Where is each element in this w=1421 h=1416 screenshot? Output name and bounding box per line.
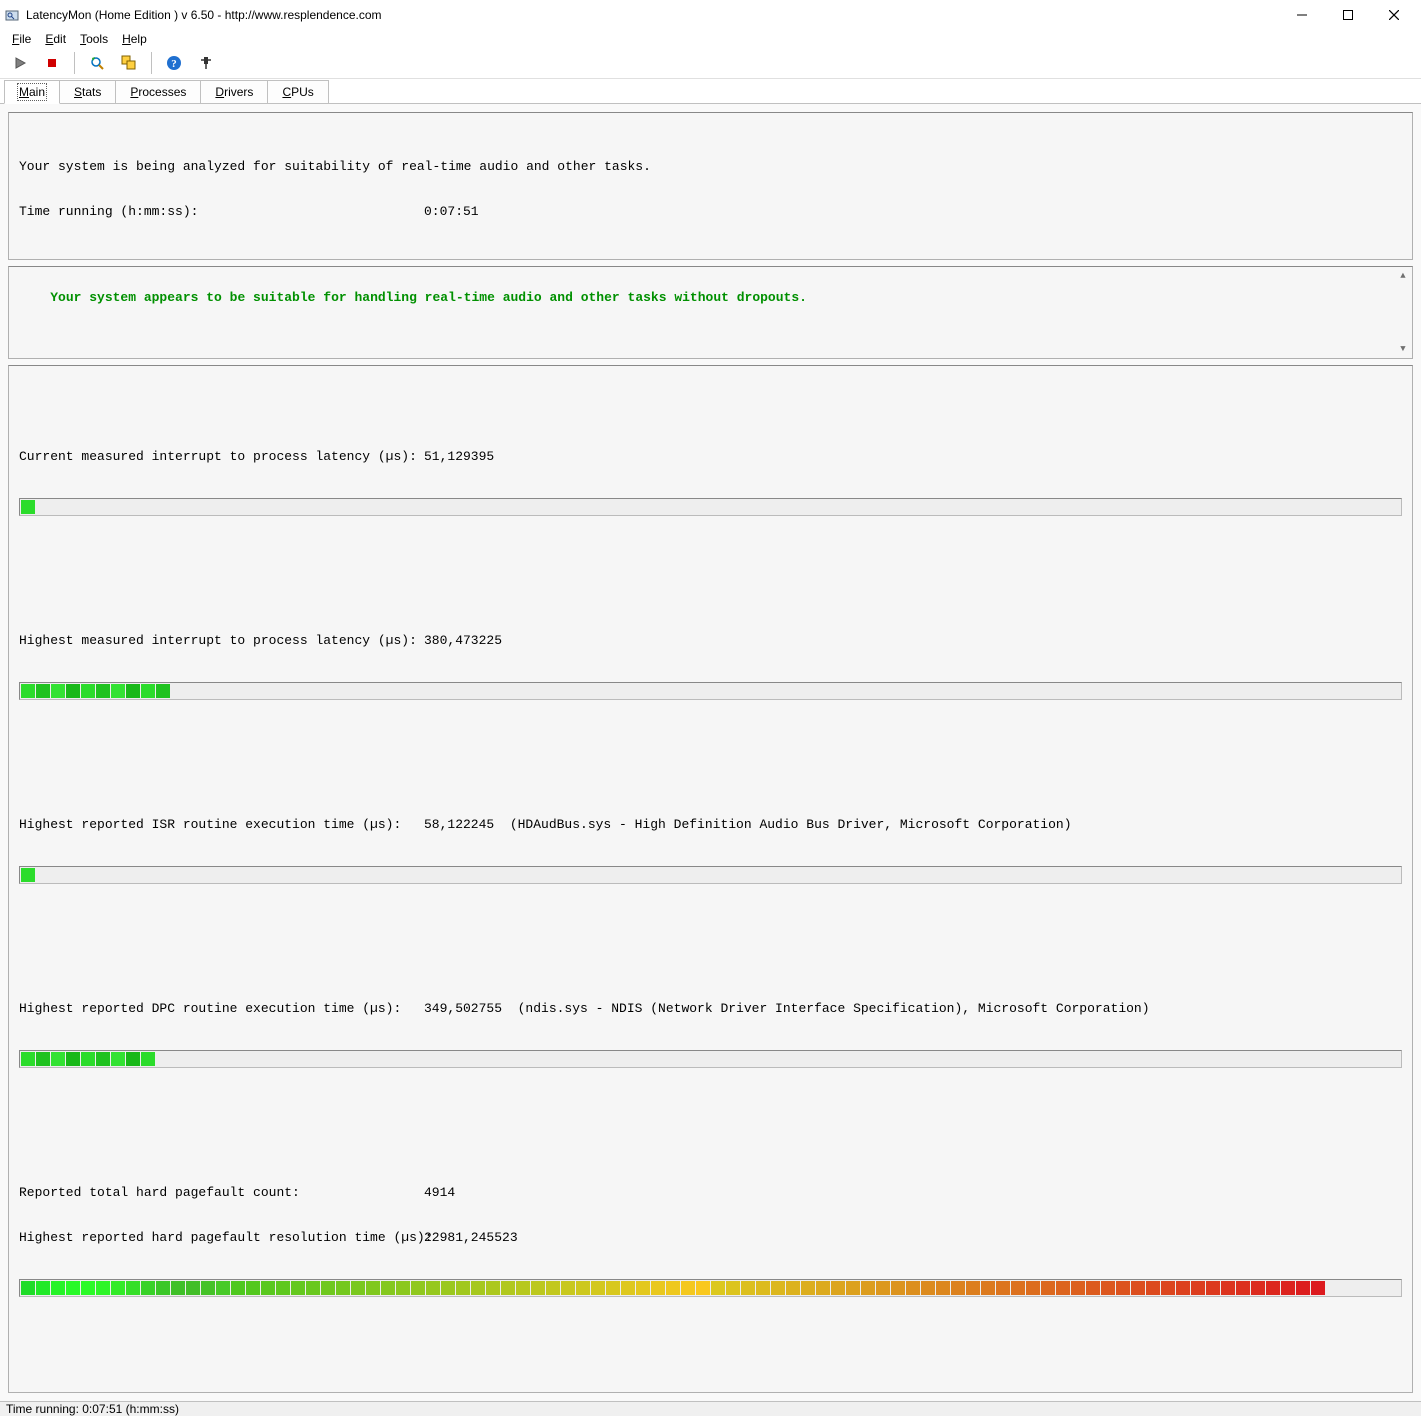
close-button[interactable] [1371,0,1417,30]
tabs: Main Stats Processes Drivers CPUs [0,79,1421,104]
menu-file[interactable]: File [6,30,37,48]
metric-label: Current measured interrupt to process la… [19,449,424,464]
metric-value: 22981,245523 [424,1230,518,1245]
metric-bar [19,1279,1402,1297]
statusbar-text: Time running: 0:07:51 (h:mm:ss) [6,1402,179,1416]
header-panel: Your system is being analyzed for suitab… [8,112,1413,260]
time-running-value: 0:07:51 [424,204,479,219]
tab-cpus[interactable]: CPUs [267,80,328,103]
metric-label: Highest measured interrupt to process la… [19,633,424,648]
toolbar-separator-2 [151,52,152,74]
svg-text:?: ? [171,58,177,70]
scroll-up-icon[interactable]: ▲ [1396,269,1410,283]
maximize-button[interactable] [1325,0,1371,30]
refresh-button[interactable] [83,50,111,76]
scroll-down-icon[interactable]: ▼ [1396,342,1410,356]
metric-value: 4914 [424,1185,455,1200]
metrics-panel: Current measured interrupt to process la… [8,365,1413,1393]
metric-isr-time: Highest reported ISR routine execution t… [19,787,1402,924]
metric-bar [19,1050,1402,1068]
metric-value: 349,502755 (ndis.sys - NDIS (Network Dri… [424,1001,1150,1016]
metric-value: 380,473225 [424,633,502,648]
stop-button[interactable] [38,50,66,76]
toolbar: ? [0,48,1421,79]
processes-button[interactable] [115,50,143,76]
tab-main-label: ain [29,85,45,99]
metric-dpc-time: Highest reported DPC routine execution t… [19,971,1402,1108]
tab-stats-label: tats [82,85,101,99]
metric-bar [19,682,1402,700]
menu-tools-label: ools [86,32,108,46]
app-icon [4,7,20,23]
menu-tools[interactable]: Tools [74,30,114,48]
play-button[interactable] [6,50,34,76]
menu-help[interactable]: Help [116,30,153,48]
tab-drivers[interactable]: Drivers [200,80,268,103]
help-button[interactable]: ? [160,50,188,76]
metric-label: Highest reported ISR routine execution t… [19,817,424,832]
minimize-button[interactable] [1279,0,1325,30]
analysis-line: Your system is being analyzed for suitab… [19,159,1402,174]
menu-edit[interactable]: Edit [39,30,72,48]
metric-value: 58,122245 (HDAudBus.sys - High Definitio… [424,817,1072,832]
main-content: Your system is being analyzed for suitab… [0,104,1421,1401]
tab-processes[interactable]: Processes [115,80,201,103]
menu-help-label: elp [131,32,147,46]
tab-stats[interactable]: Stats [59,80,116,103]
metric-label: Reported total hard pagefault count: [19,1185,424,1200]
toolbar-separator [74,52,75,74]
tab-processes-label: rocesses [138,85,186,99]
metric-highest-latency: Highest measured interrupt to process la… [19,603,1402,740]
metric-value: 51,129395 [424,449,494,464]
metric-label: Highest reported hard pagefault resoluti… [19,1230,424,1245]
metric-label: Highest reported DPC routine execution t… [19,1001,424,1016]
window-title: LatencyMon (Home Edition ) v 6.50 - http… [26,8,1279,22]
time-running-label: Time running (h:mm:ss): [19,204,424,219]
tab-main[interactable]: Main [4,80,60,104]
statusbar: Time running: 0:07:51 (h:mm:ss) [0,1401,1421,1416]
menubar: File Edit Tools Help [0,30,1421,48]
titlebar: LatencyMon (Home Edition ) v 6.50 - http… [0,0,1421,30]
time-running-line: Time running (h:mm:ss):0:07:51 [19,204,1402,219]
metric-pagefault: Reported total hard pagefault count: 491… [19,1155,1402,1337]
menu-edit-label: dit [53,32,66,46]
status-message: Your system appears to be suitable for h… [50,290,807,305]
status-panel: Your system appears to be suitable for h… [8,266,1413,359]
metric-bar [19,498,1402,516]
pin-button[interactable] [192,50,220,76]
tab-cpus-label: PUs [291,85,314,99]
menu-file-label: ile [19,32,31,46]
metric-current-latency: Current measured interrupt to process la… [19,419,1402,556]
metric-bar [19,866,1402,884]
tab-drivers-label: rivers [224,85,253,99]
window-controls [1279,0,1417,30]
